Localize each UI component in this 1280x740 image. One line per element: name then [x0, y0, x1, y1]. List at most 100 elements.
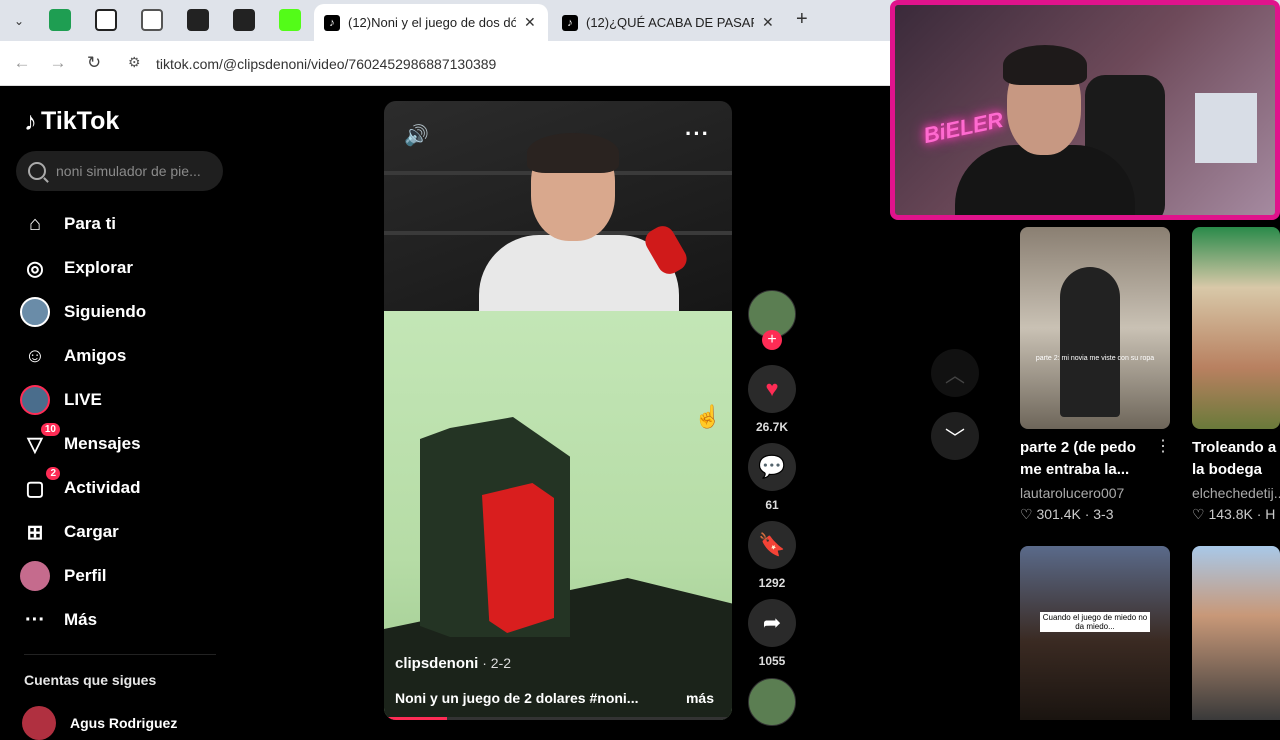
comment-button[interactable]: 💬: [748, 443, 796, 491]
sidebar-item-para-ti[interactable]: ⌂ Para ti: [20, 206, 116, 242]
video-date: · 2-2: [478, 655, 512, 671]
sidebar-item-live[interactable]: LIVE: [20, 382, 102, 418]
pinned-tab-app-icon[interactable]: [187, 9, 209, 31]
bookmark-icon: 🔖: [758, 532, 786, 557]
streamer-figure: [479, 131, 691, 315]
more-icon: ···: [25, 608, 45, 631]
pinned-tab-app2-icon[interactable]: [233, 9, 255, 31]
notification-badge: 10: [40, 423, 60, 436]
sidebar-item-label: Actividad: [64, 478, 141, 497]
game-red-block: [482, 483, 554, 633]
live-icon: [20, 385, 50, 415]
sidebar-item-label: Más: [64, 610, 98, 629]
save-button[interactable]: 🔖: [748, 521, 796, 569]
video-author[interactable]: clipsdenoni · 2-2: [395, 655, 511, 672]
sidebar-item-siguiendo[interactable]: Siguiendo: [20, 294, 146, 330]
forward-button[interactable]: →: [46, 51, 70, 75]
related-video-author[interactable]: lautarolucero007: [1020, 485, 1170, 501]
tiktok-logo[interactable]: ♪ TikTok: [24, 106, 119, 137]
webcam-poster: [1195, 93, 1257, 163]
next-video-button[interactable]: ﹀: [931, 412, 979, 460]
tiktok-favicon-icon: ♪: [324, 14, 340, 31]
sidebar-item-label: Siguiendo: [64, 302, 147, 321]
following-title: Cuentas que sigues: [24, 672, 157, 688]
neon-sign-text: BiELER: [921, 106, 1006, 149]
volume-icon[interactable]: 🔊: [404, 123, 429, 148]
notification-badge: 2: [46, 467, 60, 480]
related-video-title[interactable]: parte 2 (de pedo me entraba la...: [1020, 437, 1156, 481]
streamer-webcam-overlay: BiELER: [890, 0, 1280, 220]
video-caption: Noni y un juego de 2 dolares #noni...: [395, 690, 639, 706]
music-disc-avatar[interactable]: [748, 678, 796, 726]
pinned-tab-sheets-icon[interactable]: [49, 9, 71, 31]
previous-video-button[interactable]: ︿: [931, 349, 979, 397]
related-video-thumb[interactable]: parte 2: mi novia me viste con su ropa: [1020, 227, 1170, 429]
tab-title: (12)Noni y el juego de dos dólares: [348, 15, 516, 30]
chevron-up-icon: ︿: [945, 364, 965, 387]
video-player[interactable]: 🔊 ··· clipsdenoni · 2-2 Noni y un juego …: [384, 101, 732, 720]
sidebar-item-label: Cargar: [64, 522, 119, 541]
streamer-camera-area: [384, 101, 732, 315]
thumb-overlay-text: parte 2: mi novia me viste con su ropa: [1035, 355, 1155, 362]
site-info-icon[interactable]: ⚙: [128, 54, 141, 71]
search-input[interactable]: noni simulador de pie...: [16, 151, 223, 191]
related-video-thumb[interactable]: [1192, 546, 1280, 720]
heart-icon: ♥: [765, 376, 779, 401]
sidebar-item-cargar[interactable]: ⊞ Cargar: [20, 514, 119, 550]
share-icon: ➦: [762, 610, 782, 635]
tiktok-favicon-icon: ♪: [562, 14, 578, 31]
sidebar-item-perfil[interactable]: Perfil: [20, 558, 107, 594]
pinned-tab-kick-icon[interactable]: [279, 9, 301, 31]
close-tab-icon[interactable]: ✕: [524, 14, 536, 31]
sidebar-item-mensajes[interactable]: ▽ 10 Mensajes: [20, 423, 141, 462]
back-button[interactable]: ←: [10, 51, 34, 75]
sidebar-item-actividad[interactable]: ▢ 2 Actividad: [20, 467, 141, 506]
following-account-name: Agus Rodriguez: [70, 715, 178, 731]
related-video-thumb[interactable]: [1192, 227, 1280, 429]
sidebar-item-más[interactable]: ··· Más: [20, 602, 97, 638]
save-count: 1292: [758, 576, 786, 590]
sidebar-item-label: Amigos: [64, 346, 127, 365]
following-account[interactable]: Agus Rodriguez: [22, 706, 177, 740]
like-button[interactable]: ♥: [748, 365, 796, 413]
reload-button[interactable]: ↻: [82, 51, 106, 75]
new-tab-button[interactable]: +: [796, 8, 808, 31]
pinned-tab-notes-icon[interactable]: [141, 9, 163, 31]
sidebar-item-explorar[interactable]: ◎ Explorar: [20, 250, 133, 286]
related-video-thumb[interactable]: Cuando el juego de miedo no da miedo...: [1020, 546, 1170, 720]
search-icon: [28, 162, 46, 180]
search-placeholder: noni simulador de pie...: [56, 163, 201, 179]
sidebar-item-label: Mensajes: [64, 434, 141, 453]
tab-noni-video[interactable]: ♪ (12)Noni y el juego de dos dólares ✕: [314, 4, 548, 41]
sidebar-item-amigos[interactable]: ☺ Amigos: [20, 338, 127, 374]
related-video-title[interactable]: Troleando a la bodega Aurr...: [1192, 437, 1280, 481]
comment-count: 61: [765, 498, 779, 512]
avatar: [22, 706, 56, 740]
sidebar-divider: [24, 654, 216, 655]
more-options-icon[interactable]: ⋮: [1155, 436, 1171, 456]
related-video-author[interactable]: elchechedetij...: [1192, 485, 1280, 501]
thumb-overlay-text: Cuando el juego de miedo no da miedo...: [1040, 612, 1150, 632]
follow-plus-icon[interactable]: +: [762, 330, 782, 350]
tiktok-sidebar: ♪ TikTok noni simulador de pie... ⌂ Para …: [0, 86, 240, 740]
streamer-hair: [527, 133, 619, 173]
pinned-tab-notion-icon[interactable]: [95, 9, 117, 31]
tab-que-acaba-de-pasar[interactable]: ♪ (12)¿QUÉ ACABA DE PASAR? 😮 ✕: [552, 4, 786, 41]
comment-icon: 💬: [758, 454, 786, 479]
tab-search-button[interactable]: ⌄: [8, 10, 30, 32]
related-video-stats: ♡ 301.4K · 3-3: [1020, 506, 1114, 522]
like-count: 26.7K: [755, 420, 789, 434]
chevron-down-icon: ﹀: [945, 427, 965, 450]
logo-text: TikTok: [41, 107, 120, 135]
related-video-stats: ♡ 143.8K · H: [1192, 506, 1276, 522]
share-button[interactable]: ➦: [748, 599, 796, 647]
thumb-figure: [1060, 267, 1120, 417]
sidebar-item-label: Perfil: [64, 566, 107, 585]
close-tab-icon[interactable]: ✕: [762, 14, 774, 31]
sidebar-item-label: Para ti: [64, 214, 116, 233]
more-options-icon[interactable]: ···: [685, 121, 710, 147]
caption-more-button[interactable]: más: [686, 690, 714, 706]
hand-cursor-icon: ☝: [694, 404, 722, 429]
friends-icon: ☺: [24, 344, 46, 367]
avatar-icon: [20, 297, 50, 327]
